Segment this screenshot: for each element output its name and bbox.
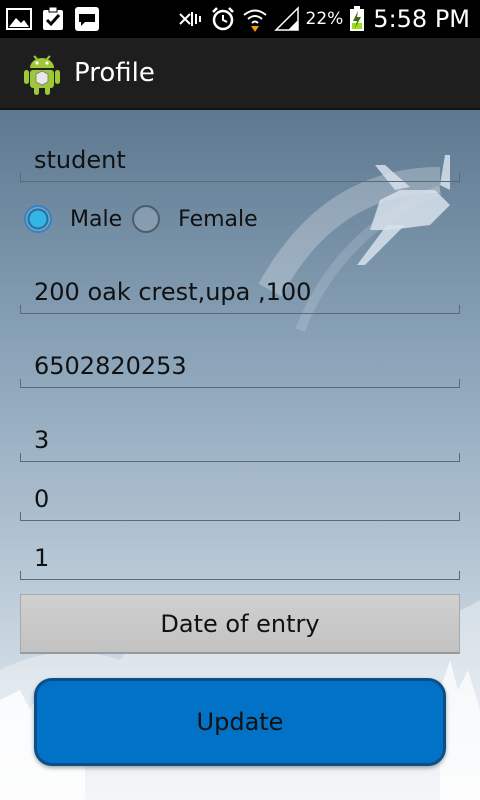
mute-icon	[178, 12, 201, 26]
male-radio-label[interactable]: Male	[70, 207, 122, 232]
wifi-icon	[242, 9, 267, 32]
female-radio-label[interactable]: Female	[178, 207, 258, 232]
clipboard-check-icon	[43, 6, 63, 30]
gallery-icon	[6, 8, 32, 30]
clock: 5:58 PM	[373, 5, 470, 33]
alarm-icon	[211, 7, 234, 31]
occupation-field[interactable]: student	[20, 138, 460, 182]
male-radio[interactable]	[24, 205, 52, 233]
date-of-entry-button[interactable]: Date of entry	[20, 594, 460, 654]
number-field-1[interactable]: 3	[20, 418, 460, 462]
action-bar: Profile	[0, 38, 480, 110]
battery-percent: 22%	[305, 9, 344, 29]
profile-form: student Male Female 200 oak crest,upa ,1…	[0, 110, 480, 800]
status-bar: 22% 5:58 PM	[0, 0, 480, 38]
phone-field[interactable]: 6502820253	[20, 344, 460, 388]
address-field[interactable]: 200 oak crest,upa ,100	[20, 270, 460, 314]
signal-icon	[273, 6, 299, 31]
gender-radio-group: Male Female	[24, 202, 268, 236]
female-radio[interactable]	[132, 205, 161, 233]
page-title: Profile	[74, 58, 155, 88]
number-field-2[interactable]: 0	[20, 477, 460, 521]
android-app-icon	[24, 55, 60, 95]
number-field-3[interactable]: 1	[20, 536, 460, 580]
battery-charging-icon	[350, 6, 365, 31]
messenger-icon	[75, 7, 99, 31]
update-button[interactable]: Update	[34, 678, 446, 766]
